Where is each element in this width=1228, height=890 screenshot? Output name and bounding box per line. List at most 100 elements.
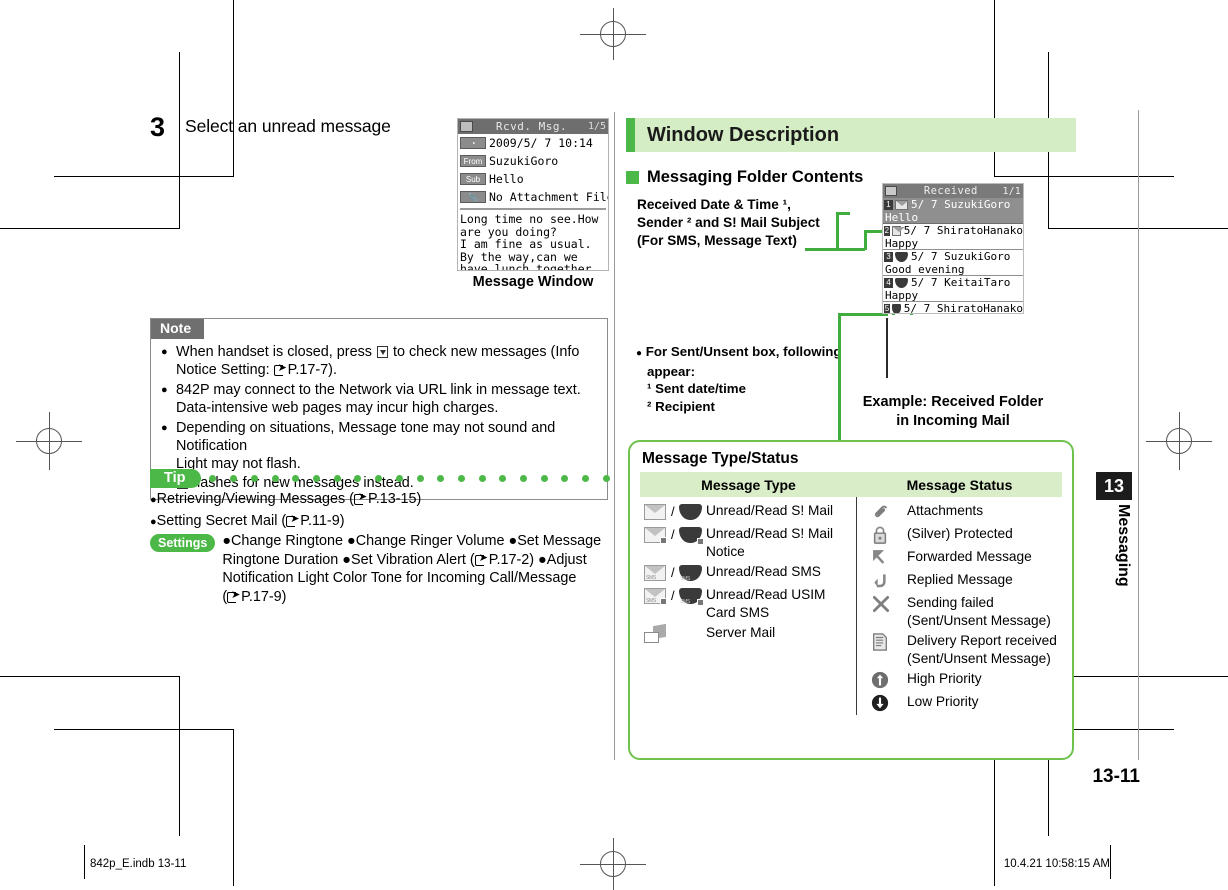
crop-mark-bl-h [0,676,180,677]
settings-line-2b: P.17-2) ●Adjust [488,551,587,568]
note-item-1-text-a: When handset is closed, press [176,344,372,360]
unread-envelope-icon [895,199,908,210]
tip-header: Tip [150,468,612,488]
low-priority-icon [871,694,889,712]
page-reference-icon [353,489,368,505]
registration-mark-left [16,412,82,470]
row-date: 5/ 7 [903,224,931,237]
registration-mark-right [1146,412,1212,470]
note-item-2-text-b: Data-intensive web pages may incur high … [176,400,499,417]
paperclip-icon [871,502,891,522]
list-item[interactable]: 2 5/ 7 ShiratoHanako Happy [883,224,1023,250]
step-instruction: Select an unread message [185,116,391,136]
note-item-3-text-a: Depending on situations, Message tone ma… [176,419,556,455]
unread-smail-notice-icon [640,524,670,545]
document-icon [871,632,889,652]
settings-line-1: ●Change Ringtone ●Change Ringer Volume ●… [222,533,602,550]
note-item-1-ref: P.17-7). [287,362,337,379]
row-label: Attachments [907,503,984,518]
list-item[interactable]: 4 5/ 7 KeitaiTaro Happy [883,276,1023,302]
unread-envelope-icon [891,225,905,236]
side-rule [1138,110,1139,760]
row-label-line2: Card SMS [706,604,770,620]
read-envelope-icon [895,251,908,262]
row-label-line2: (Sent/Unsent Message) [907,612,1051,628]
tip-line-1: ●Retrieving/Viewing Messages (P.13-15) [150,489,612,510]
row-subject: Happy [885,237,919,250]
row-label-line1: Unread/Read USIM [706,587,826,602]
note-item-1-text-c: Setting: [220,362,270,379]
row-label: Server Mail [706,625,776,640]
crop-mark-bl-v2 [233,729,234,886]
list-item[interactable]: 1 5/ 7 SuzukiGoro Hello [883,198,1023,224]
message-field-datetime: ◔ 2009/5/ 7 10:14 [458,134,608,152]
settings-line-3: Notification Light Color Tone for Incomi… [222,570,577,587]
row-number: 1 [884,199,893,210]
row-label: Forwarded Message [907,549,1032,564]
footer-rule-left [84,845,85,879]
read-envelope-icon [895,277,908,288]
section-title: Window Description [647,123,840,146]
bullet-icon: ● [150,515,157,528]
row-date: 5/ 7 [911,250,938,263]
settings-row: Settings ●Change Ringtone ●Change Ringer… [150,532,612,606]
table-row: Forwarded Message [871,547,1062,568]
row-label: Unread/Read SMS [706,564,821,579]
row-date: 5/ 7 [903,302,931,314]
reply-arrow-icon [871,571,891,591]
chapter-number-tab: 13 [1096,472,1132,500]
leader-line-v2 [838,315,841,440]
crop-mark-bl-v [179,676,180,836]
row-sender: SuzukiGoro [944,198,1011,211]
list-item[interactable]: 3 5/ 7 SuzukiGoro Good evening [883,250,1023,276]
crop-mark-tl-v2 [233,0,234,177]
row-number: 3 [884,251,893,262]
server-mail-icon [640,623,670,644]
list-item[interactable]: 55/ 7 ShiratoHanako How are you? [883,302,1023,314]
callout-received-date-sender: Received Date & Time ¹, Sender ² and S! … [637,197,820,248]
table-row: / Unread/Read S! Mail [640,501,856,522]
note-item-2-text-a: 842P may connect to the Network via URL … [176,381,581,398]
message-field-subject: Sub Hello [458,170,608,188]
row-label: Unread/Read S! Mail [706,503,834,518]
header-accent-bar [626,118,635,152]
bullet-icon: ● [150,494,157,506]
message-body-text: Long time no see.How are you doing? I am… [460,212,599,271]
message-window-titlebar: Rcvd. Msg. 1/5 [458,119,608,134]
row-label: Low Priority [907,694,979,709]
slash-separator: / [671,504,675,519]
divider [460,208,606,210]
chapter-label: Messaging [1115,504,1132,587]
cross-icon [871,594,891,614]
column-divider [614,112,615,760]
row-sender: KeitaiTaro [944,276,1011,289]
table-row: Replied Message [871,570,1062,591]
slash-separator: / [671,527,675,542]
message-type-status-panel: Message Type/Status Message Type Message… [628,440,1074,760]
unread-smail-icon [640,501,670,522]
tip-dot-rule [209,474,612,482]
table-header-row: Message Type Message Status [640,472,1062,497]
registration-mark-top [580,8,646,60]
down-key-icon [376,346,388,358]
message-type-column: / Unread/Read S! Mail / Unread/Read S! M… [640,497,857,715]
crop-mark-tl-h [0,228,180,229]
table-row: High Priority [871,669,1062,690]
row-sender: ShiratoHanako [936,302,1023,314]
read-sms-icon: SMS [676,562,706,583]
note-badge: Note [151,319,205,339]
crop-mark-bl-h2 [54,729,234,730]
row-label: Replied Message [907,572,1013,587]
table-row: Attachments [871,501,1062,522]
leader-line-h1b [836,248,850,251]
row-label-line1: Delivery Report received [907,633,1057,648]
table-row: (Silver) Protected [871,524,1062,545]
pointer-line-to-list [886,318,888,378]
folder-icon [885,186,897,196]
tip-section: Tip ●Retrieving/Viewing Messages (P.13-1… [150,468,612,607]
leader-line-v1 [836,212,839,251]
manual-page: 3 Select an unread message Rcvd. Msg. 1/… [0,0,1228,890]
row-subject: Good evening [885,263,965,276]
read-envelope-icon [892,303,901,313]
row-label-line2: (Sent/Unsent Message) [907,650,1051,666]
